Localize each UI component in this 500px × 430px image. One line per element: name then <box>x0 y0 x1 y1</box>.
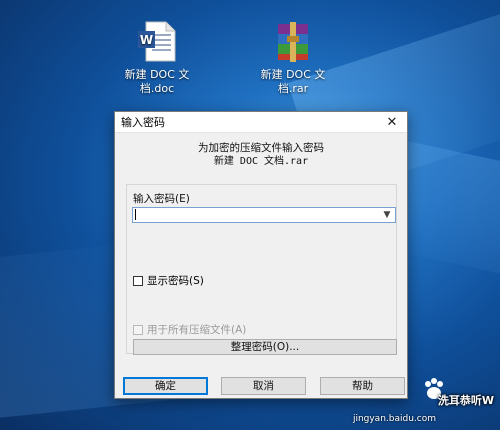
password-input[interactable]: ▼ <box>132 207 396 223</box>
desktop-icon-rar[interactable]: 新建 DOC 文 档.rar <box>248 18 338 96</box>
dialog-info: 为加密的压缩文件输入密码 新建 DOC 文档.rar <box>115 142 407 168</box>
desktop-icon-label-line2: 档.doc <box>139 82 175 95</box>
word-document-icon: W <box>134 18 180 64</box>
close-icon[interactable]: ✕ <box>377 112 407 132</box>
help-button[interactable]: 帮助 <box>320 377 405 395</box>
password-dialog: 输入密码 ✕ 为加密的压缩文件输入密码 新建 DOC 文档.rar 输入密码(E… <box>114 111 408 399</box>
use-for-all-checkbox[interactable] <box>133 324 143 335</box>
use-for-all-checkbox-row[interactable]: 用于所有压缩文件(A) <box>133 322 246 337</box>
chevron-down-icon[interactable]: ▼ <box>381 208 393 222</box>
desktop-icon-label-line1: 新建 DOC 文 <box>124 68 190 81</box>
watermark-site: jingyan.baidu.com <box>352 414 436 424</box>
desktop-icon-label-line2: 档.rar <box>277 82 309 95</box>
ok-button[interactable]: 确定 <box>123 377 208 395</box>
show-password-checkbox-row[interactable]: 显示密码(S) <box>133 273 204 288</box>
winrar-archive-icon <box>270 18 316 64</box>
password-group: 输入密码(E) ▼ 显示密码(S) 用于所有压缩文件(A) 整理密码(O)... <box>126 184 397 355</box>
dialog-title: 输入密码 <box>121 116 165 129</box>
svg-text:W: W <box>140 33 153 47</box>
info-prompt: 为加密的压缩文件输入密码 <box>198 142 324 154</box>
text-caret <box>135 209 136 220</box>
watermark-author: 洗耳恭听W <box>437 394 494 407</box>
manage-passwords-button[interactable]: 整理密码(O)... <box>133 339 397 355</box>
desktop-icon-doc[interactable]: W 新建 DOC 文 档.doc <box>112 18 202 96</box>
archive-filename: 新建 DOC 文档.rar <box>213 156 309 167</box>
desktop-icon-label-line1: 新建 DOC 文 <box>260 68 326 81</box>
show-password-checkbox[interactable] <box>133 275 143 286</box>
password-label: 输入密码(E) <box>133 193 190 205</box>
use-for-all-label: 用于所有压缩文件(A) <box>147 324 247 336</box>
cancel-button[interactable]: 取消 <box>221 377 306 395</box>
dialog-titlebar[interactable]: 输入密码 ✕ <box>115 112 407 133</box>
show-password-label: 显示密码(S) <box>147 275 204 287</box>
